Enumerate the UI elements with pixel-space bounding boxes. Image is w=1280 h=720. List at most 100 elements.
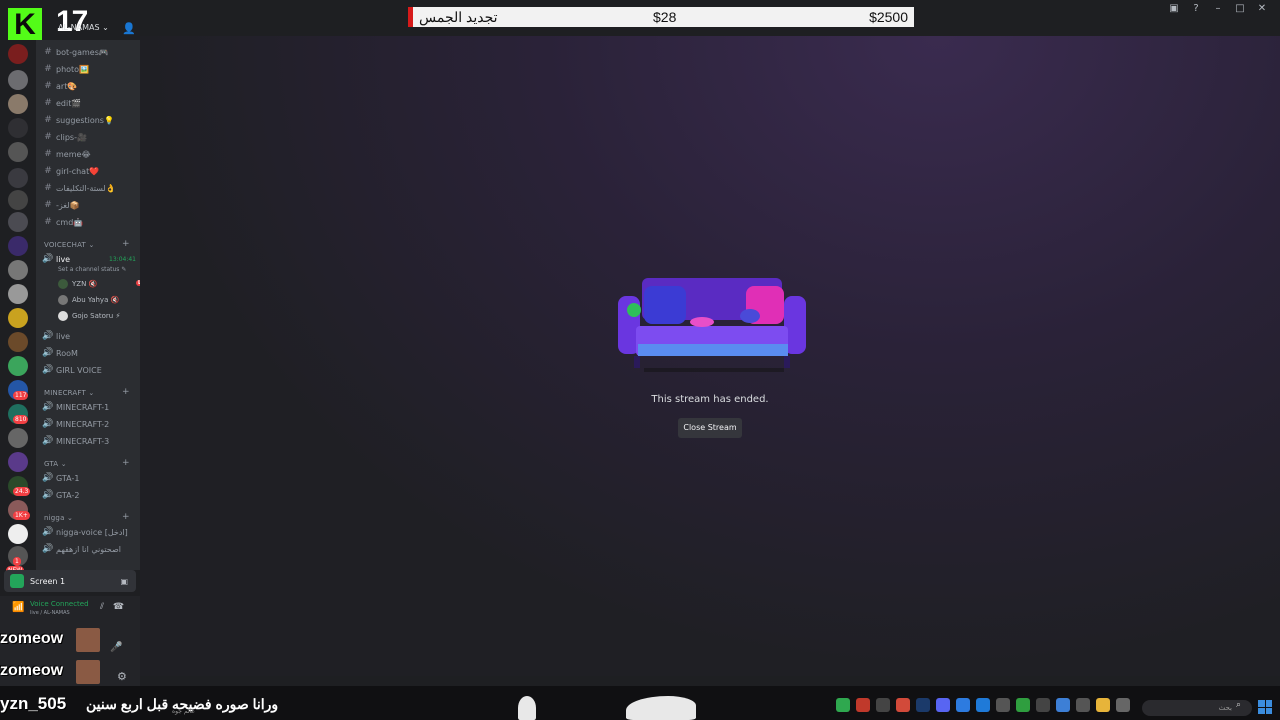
category-voicechat[interactable]: VOICECHAT ⌄ <box>44 241 95 249</box>
server-icon[interactable] <box>8 356 28 376</box>
voice-channel[interactable]: 🔊 MINECRAFT-1 <box>42 400 109 414</box>
server-name[interactable]: AL-NAMAS ⌄ <box>58 23 109 32</box>
screen-share-card[interactable]: Screen 1 ▣ <box>4 570 136 592</box>
server-icon[interactable] <box>8 190 28 210</box>
server-icon[interactable] <box>8 332 28 352</box>
add-channel-icon[interactable]: + <box>122 387 130 397</box>
app-icon[interactable] <box>876 698 890 712</box>
xbox-icon[interactable] <box>1016 698 1030 712</box>
screen: K 17 AL-NAMAS ⌄ 👤 تجديد الجمس $28 $2500 … <box>0 0 1280 720</box>
server-icon[interactable] <box>8 260 28 280</box>
stop-share-icon[interactable]: ▣ <box>120 577 128 586</box>
voice-status[interactable]: Voice Connected <box>30 600 89 608</box>
avatar <box>58 295 68 305</box>
voice-channel[interactable]: 🔊 اصحتوني انا ازهقهم <box>42 542 121 556</box>
mic-icon[interactable]: 🎤 <box>110 642 122 653</box>
speaker-icon: 🔊 <box>42 331 54 341</box>
server-icon[interactable] <box>8 212 28 232</box>
add-channel-icon[interactable]: + <box>122 512 130 522</box>
server-icon[interactable] <box>8 118 28 138</box>
category-misc[interactable]: nigga ⌄ <box>44 514 73 522</box>
window-controls: ▣ ? – □ ✕ <box>1166 2 1270 16</box>
minimize-icon[interactable]: – <box>1210 2 1226 16</box>
server-icon[interactable] <box>8 284 28 304</box>
server-icon[interactable] <box>8 44 28 64</box>
signal-icon[interactable]: 📶 <box>12 602 24 613</box>
speaker-icon: 🔊 <box>42 365 54 375</box>
close-icon[interactable]: ✕ <box>1254 2 1270 16</box>
voice-channel-live[interactable]: 🔊 live <box>42 252 70 266</box>
streamer-face <box>76 628 100 652</box>
voice-channel[interactable]: 🔊 live <box>42 329 70 343</box>
text-channel[interactable]: # edit🎬 <box>42 96 81 110</box>
text-channel[interactable]: # meme😂 <box>42 147 91 161</box>
server-icon[interactable] <box>8 94 28 114</box>
help-icon[interactable]: ? <box>1188 2 1204 16</box>
noise-suppression-icon[interactable]: ⫽ <box>100 602 104 612</box>
controller-pink <box>690 317 714 327</box>
server-icon[interactable] <box>8 524 28 544</box>
voice-channel[interactable]: 🔊 GTA-2 <box>42 488 79 502</box>
server-icon[interactable] <box>8 236 28 256</box>
overlay-username: zomeow <box>0 662 64 679</box>
start-icon[interactable] <box>1258 700 1272 714</box>
app-icon[interactable] <box>976 698 990 712</box>
screen-share-label: Screen 1 <box>30 576 66 586</box>
folder-icon[interactable] <box>1096 698 1110 712</box>
server-icon[interactable] <box>8 308 28 328</box>
text-channel[interactable]: # cmd🤖 <box>42 215 83 229</box>
avatar <box>58 279 68 289</box>
server-icon[interactable] <box>8 452 28 472</box>
app-icon[interactable] <box>856 698 870 712</box>
hash-icon: # <box>44 166 52 176</box>
voice-channel[interactable]: 🔊 RooM <box>42 346 78 360</box>
app-icon[interactable] <box>956 698 970 712</box>
category-gta[interactable]: GTA ⌄ <box>44 460 67 468</box>
text-channel[interactable]: # suggestions💡 <box>42 113 114 127</box>
disconnect-icon[interactable]: ☎ <box>113 602 124 612</box>
add-member-icon[interactable]: 👤 <box>122 22 136 36</box>
text-channel[interactable]: # bot-games🎮 <box>42 45 109 59</box>
voice-channel[interactable]: 🔊 MINECRAFT-3 <box>42 434 109 448</box>
text-channel[interactable]: # girl-chat❤️ <box>42 164 99 178</box>
voice-channel[interactable]: 🔊 MINECRAFT-2 <box>42 417 109 431</box>
server-icon[interactable] <box>8 70 28 90</box>
voice-channel[interactable]: 🔊 GTA-1 <box>42 471 79 485</box>
discord-icon[interactable] <box>936 698 950 712</box>
voice-user[interactable]: Gojo Satoru ⚡ <box>58 309 120 323</box>
app-icon[interactable] <box>1036 698 1050 712</box>
server-icon[interactable] <box>8 428 28 448</box>
overlay-shape <box>518 696 536 720</box>
category-minecraft[interactable]: MINECRAFT ⌄ <box>44 389 95 397</box>
app-icon[interactable] <box>996 698 1010 712</box>
chrome-icon[interactable] <box>1056 698 1070 712</box>
channel-status[interactable]: Set a channel status ✎ <box>58 266 126 273</box>
close-stream-button[interactable]: Close Stream <box>678 418 742 438</box>
server-icon[interactable] <box>8 168 28 188</box>
app-icon[interactable] <box>896 698 910 712</box>
steam-icon[interactable] <box>916 698 930 712</box>
inbox-icon[interactable]: ▣ <box>1166 2 1182 16</box>
add-channel-icon[interactable]: + <box>122 458 130 468</box>
text-channel[interactable]: # photo🖼️ <box>42 62 89 76</box>
voice-channel[interactable]: 🔊 nigga-voice [ادخل] <box>42 525 127 539</box>
voice-channel[interactable]: 🔊 GIRL VOICE <box>42 363 101 377</box>
text-channel[interactable]: # -لغز📦 <box>42 198 79 212</box>
settings-icon[interactable]: ⚙ <box>117 670 127 683</box>
server-icon[interactable] <box>8 142 28 162</box>
text-channel[interactable]: # لستة-التكليفات👌 <box>42 181 115 195</box>
voice-user[interactable]: YZN 🔇LIVE <box>58 277 153 291</box>
app-icon[interactable] <box>1076 698 1090 712</box>
add-channel-icon[interactable]: + <box>122 239 130 249</box>
maximize-icon[interactable]: □ <box>1232 2 1248 16</box>
title-bar: K 17 AL-NAMAS ⌄ 👤 تجديد الجمس $28 $2500 … <box>0 0 1280 42</box>
app-icon[interactable] <box>1116 698 1130 712</box>
text-channel[interactable]: # art🎨 <box>42 79 77 93</box>
voice-user[interactable]: Abu Yahya 🔇 <box>58 293 119 307</box>
text-channel[interactable]: # clips-🎥 <box>42 130 87 144</box>
search-icon: ⌕ <box>1236 700 1242 710</box>
hash-icon: # <box>44 81 52 91</box>
app-icon[interactable] <box>836 698 850 712</box>
hash-icon: # <box>44 115 52 125</box>
hash-icon: # <box>44 200 52 210</box>
